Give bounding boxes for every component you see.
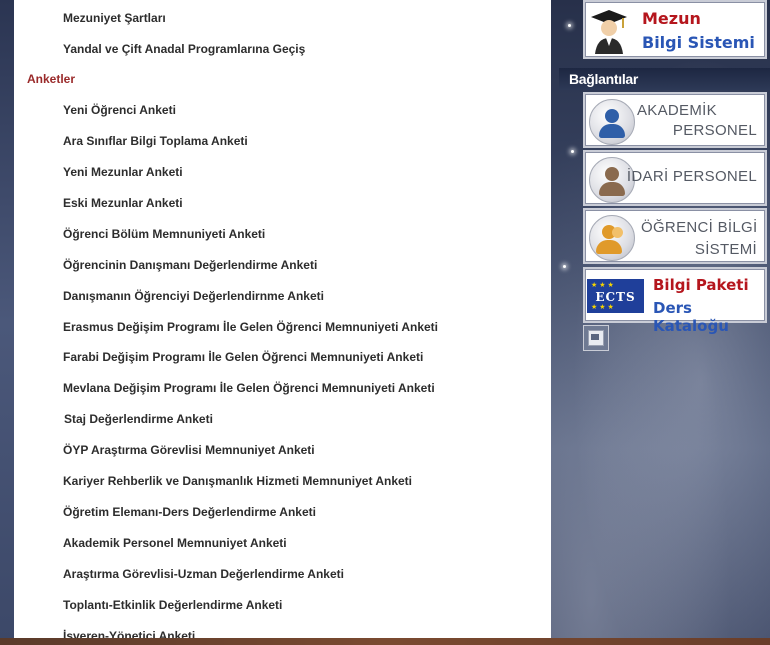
ogrenci-bilgi-sistemi-link[interactable]: ÖĞRENCİ BİLGİ SİSTEMİ [583, 208, 767, 264]
eu-stars-icon: ECTS ★ ★ ★ ★ ★ ★ [587, 279, 644, 313]
survey-link[interactable]: Danışmanın Öğrenciyi Değerlendirnme Anke… [63, 289, 324, 303]
bilgi-paketi-label: Bilgi Paketi [653, 276, 749, 294]
links-section-title: Bağlantılar [559, 68, 770, 90]
akademik-label: AKADEMİK [637, 102, 717, 119]
ects-bilgi-paketi-link[interactable]: ECTS ★ ★ ★ ★ ★ ★ Bilgi Paketi Ders Katal… [583, 267, 767, 335]
person-blue-icon [589, 99, 635, 145]
ders-katalogu-label: Ders Kataloğu [653, 299, 729, 335]
main-content: Mezuniyet Şartları Yandal ve Çift Anadal… [14, 0, 551, 640]
person-group-icon [589, 215, 635, 261]
mezun-label: Mezun [642, 9, 701, 28]
image-icon-button[interactable] [583, 325, 609, 351]
survey-link[interactable]: Erasmus Değişim Programı İle Gelen Öğren… [63, 320, 438, 334]
bottom-border-bar [0, 638, 770, 645]
mezun-bilgi-sistemi-link[interactable]: Mezun Bilgi Sistemi [583, 0, 767, 59]
survey-link[interactable]: Eski Mezunlar Anketi [63, 196, 183, 210]
survey-link[interactable]: Yeni Mezunlar Anketi [63, 165, 183, 179]
right-sidebar: Mezun Bilgi Sistemi Bağlantılar AKADEMİK… [551, 0, 770, 640]
survey-link[interactable]: Araştırma Görevlisi-Uzman Değerlendirme … [63, 567, 344, 581]
survey-link[interactable]: Mevlana Değişim Programı İle Gelen Öğren… [63, 381, 435, 395]
decorative-star [568, 24, 571, 27]
idari-personel-label: İDARİ PERSONEL [626, 168, 757, 185]
survey-link[interactable]: Staj Değerlendirme Anketi [64, 412, 213, 426]
survey-link[interactable]: Öğrenci Bölüm Memnuniyeti Anketi [63, 227, 265, 241]
graduate-icon [591, 10, 627, 54]
survey-link[interactable]: Farabi Değişim Programı İle Gelen Öğrenc… [63, 350, 423, 364]
left-background-edge [0, 0, 14, 645]
survey-link[interactable]: Kariyer Rehberlik ve Danışmanlık Hizmeti… [63, 474, 412, 488]
survey-link[interactable]: Öğrencinin Danışmanı Değerlendirme Anket… [63, 258, 317, 272]
sistemi-label: SİSTEMİ [694, 241, 757, 258]
personel-label: PERSONEL [672, 122, 757, 139]
survey-link[interactable]: Öğretim Elemanı-Ders Değerlendirme Anket… [63, 505, 316, 519]
section-title-anketler: Anketler [27, 72, 76, 86]
decorative-star [563, 265, 566, 268]
ogrenci-bilgi-label: ÖĞRENCİ BİLGİ [641, 219, 758, 236]
image-icon [588, 330, 604, 346]
bilgi-sistemi-label: Bilgi Sistemi [642, 33, 755, 52]
menu-item-yandal-cift-anadal[interactable]: Yandal ve Çift Anadal Programlarına Geçi… [63, 42, 305, 56]
menu-item-mezuniyet-sartlari[interactable]: Mezuniyet Şartları [63, 11, 166, 25]
survey-link[interactable]: Toplantı-Etkinlik Değerlendirme Anketi [63, 598, 282, 612]
survey-link[interactable]: Yeni Öğrenci Anketi [63, 103, 176, 117]
decorative-star [571, 150, 574, 153]
survey-link[interactable]: Ara Sınıflar Bilgi Toplama Anketi [63, 134, 248, 148]
idari-personel-link[interactable]: İDARİ PERSONEL [583, 150, 767, 206]
survey-link[interactable]: ÖYP Araştırma Görevlisi Memnuniyet Anket… [63, 443, 315, 457]
survey-link[interactable]: Akademik Personel Memnuniyet Anketi [63, 536, 287, 550]
akademik-personel-link[interactable]: AKADEMİK PERSONEL [583, 92, 767, 148]
